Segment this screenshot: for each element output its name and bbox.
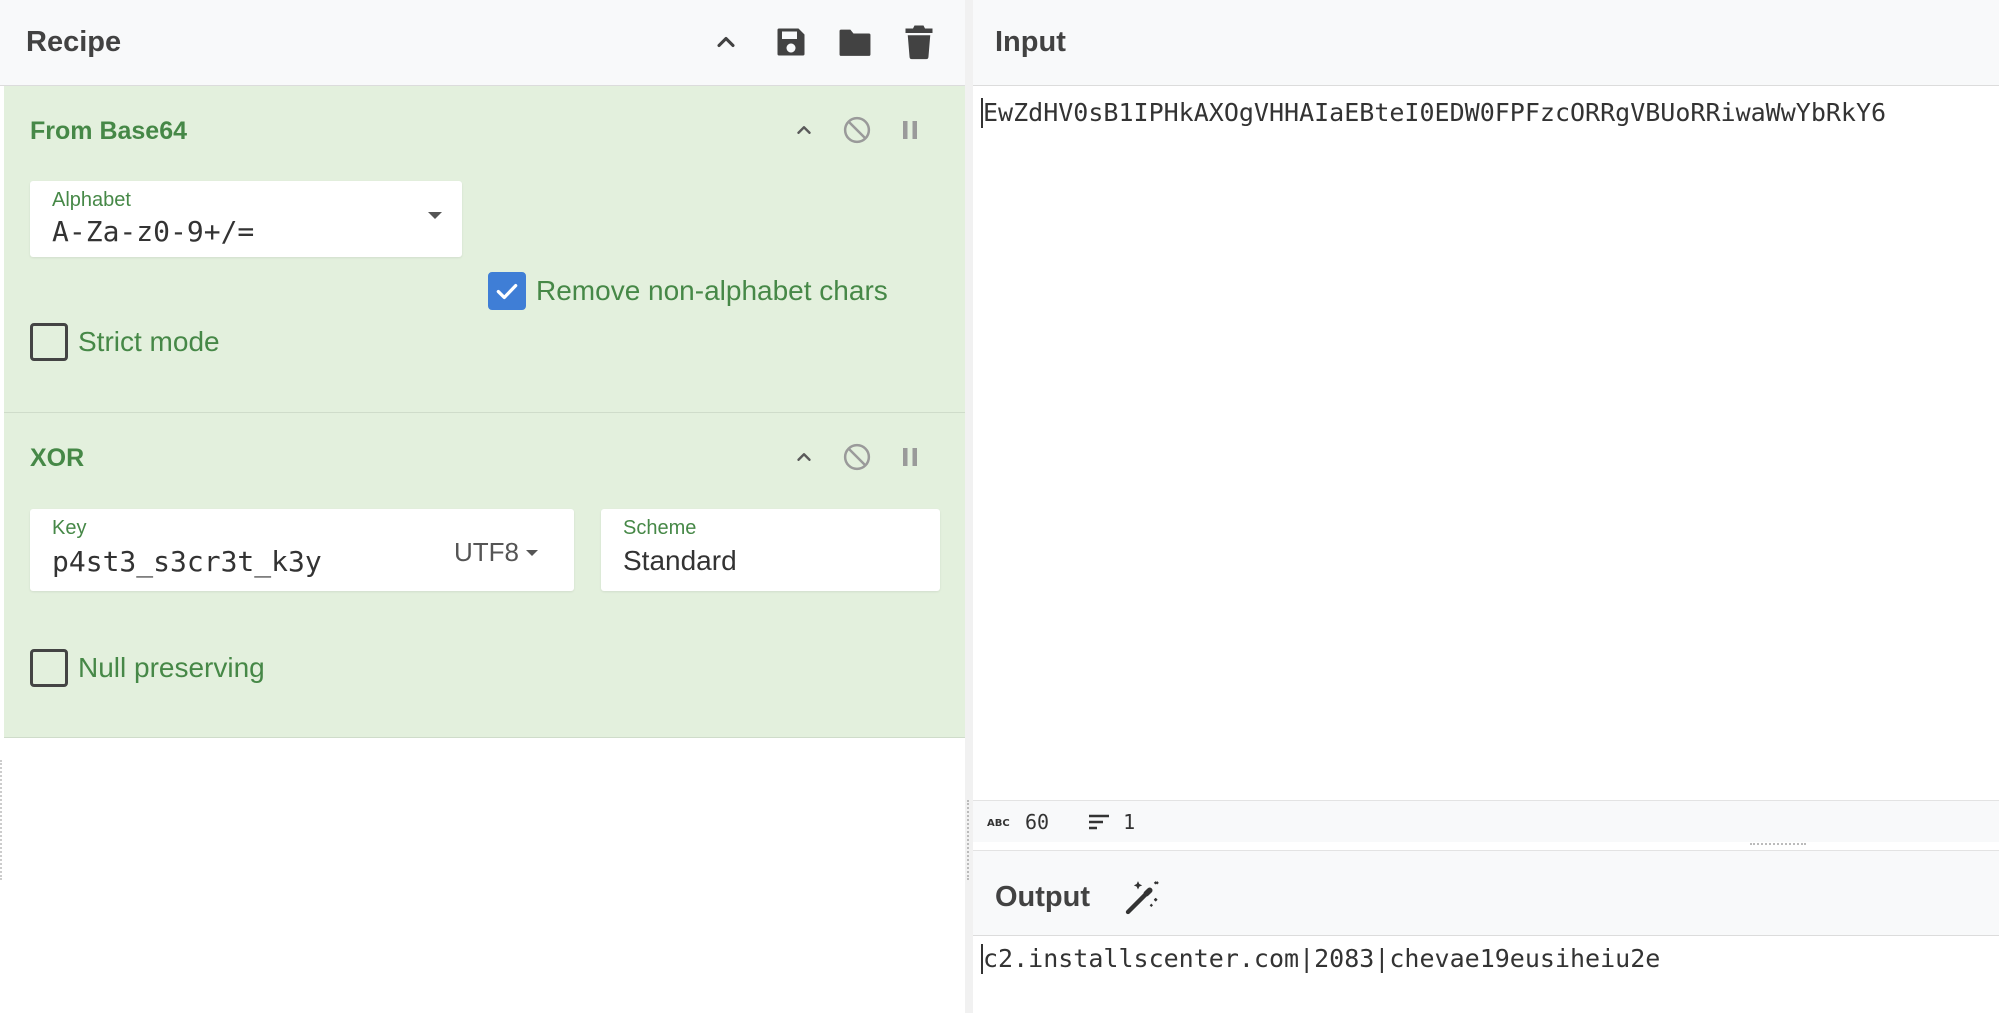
operation-from-base64: From Base64 Alphabet A-Za-z0-9+/= Remove… [4, 86, 965, 413]
breakpoint-pause-icon[interactable] [892, 439, 928, 475]
input-title: Input [995, 26, 1066, 58]
input-header: Input [973, 0, 1999, 86]
dropdown-caret-icon [526, 549, 538, 556]
recipe-pane: Recipe From Base64 Alphabet A-Za-z0-9+/= [0, 0, 965, 1013]
output-title: Output [995, 881, 1091, 913]
disable-icon[interactable] [839, 112, 875, 148]
alphabet-value: A-Za-z0-9+/= [52, 215, 255, 248]
input-text: EwZdHV0sB1IPHkAXOgVHHAIaEBteI0EDW0FPFzcO… [983, 98, 1887, 127]
save-icon[interactable] [769, 20, 813, 64]
input-pane: Input EwZdHV0sB1IPHkAXOgVHHAIaEBteI0EDW0… [973, 0, 1999, 800]
key-value: p4st3_s3cr3t_k3y [52, 545, 322, 578]
strict-mode-checkbox[interactable]: Strict mode [30, 323, 220, 361]
key-input[interactable]: Key p4st3_s3cr3t_k3y UTF8 [30, 509, 574, 591]
magic-wand-icon[interactable] [1121, 875, 1165, 919]
operation-title: XOR [30, 444, 85, 472]
null-preserving-label: Null preserving [78, 652, 265, 683]
alphabet-label: Alphabet [52, 189, 131, 211]
checkbox-checked-icon[interactable] [488, 272, 526, 310]
pane-splitter[interactable] [965, 0, 973, 1013]
line-count: 1 [1087, 810, 1135, 834]
strict-mode-label: Strict mode [78, 326, 220, 357]
operation-title: From Base64 [30, 117, 188, 145]
key-encoding-value: UTF8 [454, 537, 519, 567]
dropdown-caret-icon [428, 212, 442, 219]
output-text: c2.installscenter.com|2083|chevae19eusih… [983, 944, 1661, 973]
collapse-chevron-icon[interactable] [786, 112, 822, 148]
svg-text:ABC: ABC [987, 818, 1010, 829]
input-status-bar: ABC 60 1 [973, 800, 1999, 842]
checkbox-empty-icon[interactable] [30, 323, 68, 361]
scheme-label: Scheme [623, 517, 697, 539]
char-count-value: 60 [1025, 809, 1050, 834]
output-textarea[interactable]: c2.installscenter.com|2083|chevae19eusih… [973, 936, 1999, 1013]
trash-icon[interactable] [897, 20, 941, 64]
abc-icon: ABC [987, 815, 1013, 829]
recipe-header: Recipe [0, 0, 965, 86]
operation-xor: XOR Key p4st3_s3cr3t_k3y UTF8 Scheme Sta… [4, 413, 965, 738]
recipe-title: Recipe [26, 26, 122, 58]
checkbox-empty-icon[interactable] [30, 649, 68, 687]
scheme-value: Standard [623, 545, 737, 576]
chevron-up-icon[interactable] [704, 20, 748, 64]
char-count: ABC 60 [987, 810, 1049, 834]
resize-grip[interactable] [0, 760, 3, 880]
folder-icon[interactable] [833, 20, 877, 64]
null-preserving-checkbox[interactable]: Null preserving [30, 649, 265, 687]
splitter-grip [967, 800, 970, 880]
key-label: Key [52, 517, 87, 539]
alphabet-select[interactable]: Alphabet A-Za-z0-9+/= [30, 181, 462, 257]
remove-non-alphabet-checkbox[interactable]: Remove non-alphabet chars [488, 272, 888, 310]
collapse-chevron-icon[interactable] [786, 439, 822, 475]
output-header: Output [973, 850, 1999, 936]
key-encoding-dropdown[interactable]: UTF8 [454, 537, 539, 568]
scheme-select[interactable]: Scheme Standard [601, 509, 940, 591]
input-textarea[interactable]: EwZdHV0sB1IPHkAXOgVHHAIaEBteI0EDW0FPFzcO… [973, 86, 1999, 800]
output-pane: Output c2.installscenter.com|2083|chevae… [973, 850, 1999, 1013]
disable-icon[interactable] [839, 439, 875, 475]
remove-non-alphabet-label: Remove non-alphabet chars [536, 275, 888, 306]
breakpoint-pause-icon[interactable] [892, 112, 928, 148]
line-count-value: 1 [1123, 809, 1136, 834]
lines-icon [1087, 812, 1111, 832]
io-resize-grip[interactable] [1750, 843, 1806, 847]
